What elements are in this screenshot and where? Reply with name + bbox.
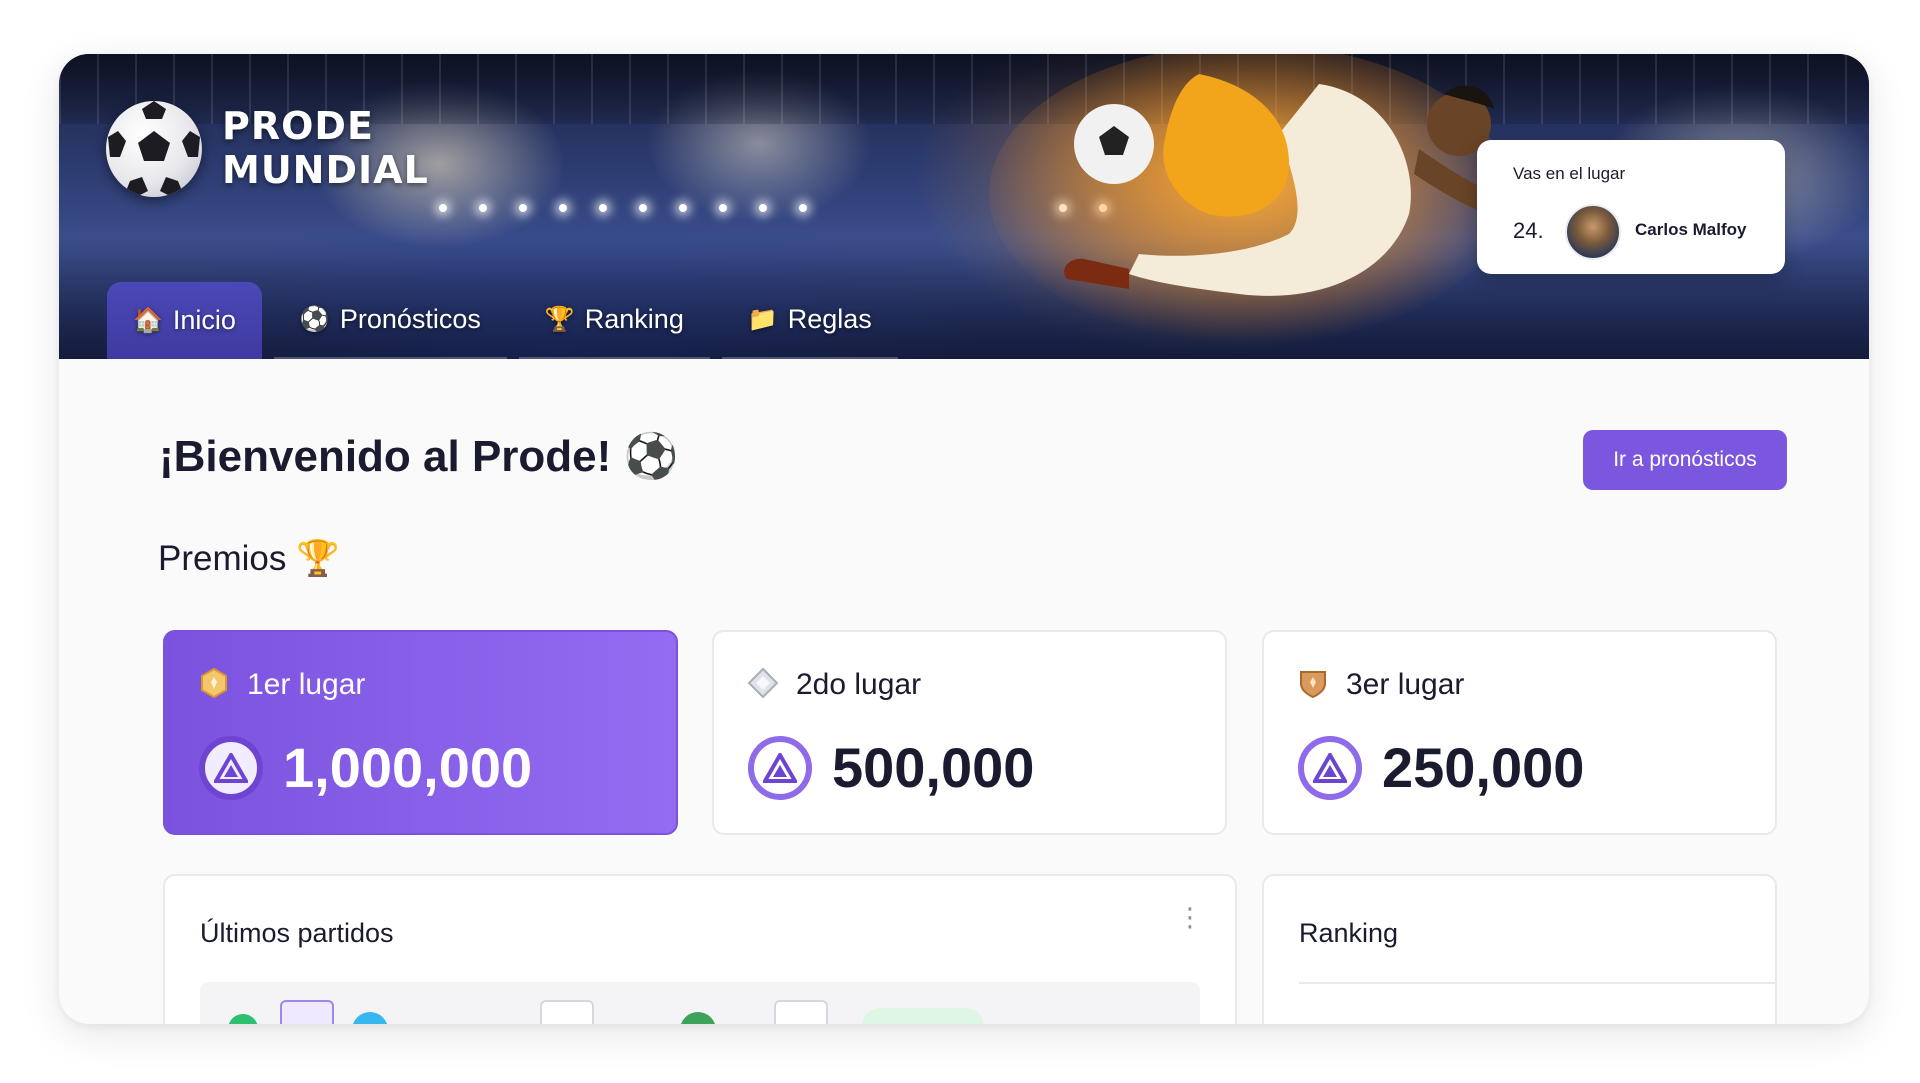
- team-flag: [680, 1012, 716, 1024]
- tab-label: Reglas: [787, 304, 872, 334]
- latest-matches-panel: Últimos partidos ⋮: [163, 874, 1237, 1024]
- more-options-icon[interactable]: ⋮: [1177, 904, 1203, 948]
- prize-amount: 500,000: [832, 736, 1035, 799]
- logo-line-2: MUNDIAL: [222, 148, 429, 192]
- score-box[interactable]: [540, 1000, 594, 1024]
- tab-ranking[interactable]: 🏆 Ranking: [518, 282, 710, 359]
- app-window: PRODE MUNDIAL Vas en el lugar 24. Carlos…: [59, 54, 1869, 1024]
- hero-banner: PRODE MUNDIAL Vas en el lugar 24. Carlos…: [59, 54, 1869, 359]
- prize-place: 3er lugar: [1346, 668, 1465, 701]
- prize-place: 2do lugar: [796, 668, 922, 701]
- check-icon: [228, 1014, 258, 1024]
- bronze-medal-icon: [1300, 671, 1326, 698]
- divider: [1299, 982, 1777, 984]
- tab-inicio[interactable]: 🏠 Inicio: [107, 282, 262, 359]
- match-row[interactable]: [200, 982, 1200, 1024]
- app-logo-text[interactable]: PRODE MUNDIAL: [222, 104, 429, 192]
- ranking-panel: Ranking: [1262, 874, 1777, 1024]
- user-name: Carlos Malfoy: [1635, 220, 1747, 239]
- prize-amount: 250,000: [1382, 736, 1585, 799]
- latest-matches-title: Últimos partidos: [200, 918, 394, 948]
- folder-icon: 📁: [747, 305, 778, 333]
- page-title: ¡Bienvenido al Prode! ⚽: [159, 432, 679, 481]
- tab-label: Pronósticos: [339, 304, 481, 334]
- trophy-icon: 🏆: [544, 305, 575, 333]
- coin-icon: [199, 736, 263, 800]
- silver-medal-icon: [748, 668, 778, 698]
- gold-medal-icon: [201, 668, 227, 698]
- tab-label: Inicio: [172, 305, 236, 335]
- team-flag: [352, 1012, 388, 1024]
- score-box[interactable]: [774, 1000, 828, 1024]
- prize-card-third: 3er lugar 250,000: [1262, 630, 1777, 835]
- avatar: [1565, 204, 1621, 260]
- place-label: Vas en el lugar: [1513, 164, 1626, 183]
- ranking-title: Ranking: [1299, 918, 1399, 948]
- prediction-box[interactable]: [280, 1000, 334, 1024]
- user-place-card[interactable]: Vas en el lugar 24. Carlos Malfoy: [1477, 140, 1785, 274]
- tab-reglas[interactable]: 📁 Reglas: [721, 282, 898, 359]
- house-icon: 🏠: [133, 306, 163, 334]
- soccer-ball-icon: ⚽: [299, 305, 330, 333]
- prize-card-second: 2do lugar 500,000: [712, 630, 1227, 835]
- coin-icon: [748, 736, 812, 800]
- go-to-predictions-button[interactable]: Ir a pronósticos: [1583, 430, 1787, 490]
- prize-card-first: 1er lugar 1,000,000: [163, 630, 678, 835]
- user-rank: 24.: [1513, 218, 1544, 243]
- main-nav: 🏠 Inicio ⚽ Pronósticos 🏆 Ranking 📁 Regla…: [107, 282, 910, 359]
- prizes-title: Premios 🏆: [158, 539, 340, 578]
- status-badge: [862, 1008, 984, 1024]
- coin-icon: [1298, 736, 1362, 800]
- logo-line-1: PRODE: [222, 104, 374, 148]
- tab-label: Ranking: [584, 304, 684, 334]
- prize-amount: 1,000,000: [283, 736, 533, 799]
- prize-place: 1er lugar: [247, 668, 366, 701]
- tab-pronosticos[interactable]: ⚽ Pronósticos: [273, 282, 507, 359]
- soccer-ball-logo-icon: [106, 101, 202, 197]
